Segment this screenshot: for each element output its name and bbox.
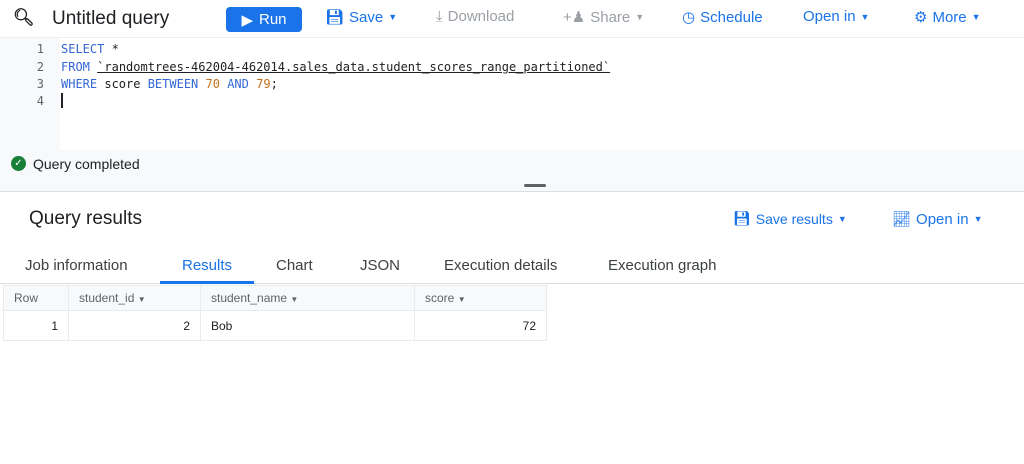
column-label: score — [425, 291, 455, 305]
more-label: More — [932, 8, 967, 26]
results-table: Row student_id ▼ student_name ▼ score ▼ … — [3, 285, 547, 341]
sort-caret-icon[interactable]: ▼ — [290, 295, 298, 304]
header-row: Row student_id ▼ student_name ▼ score ▼ — [3, 285, 547, 311]
save-results-label: Save results — [755, 210, 833, 227]
caret-down-icon: ▼ — [973, 214, 983, 224]
gear-icon: ⚙ — [914, 9, 928, 26]
open-in-label: Open in — [916, 210, 969, 228]
save-results-button[interactable]: 💾︎ Save results ▼ — [733, 210, 847, 227]
clock-icon: ◷ — [682, 9, 696, 26]
column-label: student_name — [211, 291, 288, 305]
column-header-student-id[interactable]: student_id ▼ — [68, 285, 201, 311]
play-icon: ▶ — [241, 11, 253, 29]
schedule-button[interactable]: ◷ Schedule — [682, 8, 763, 27]
tab-execution-details[interactable]: Execution details — [444, 257, 557, 274]
download-icon: ⤓ — [436, 8, 443, 25]
column-header-row[interactable]: Row — [3, 285, 69, 311]
results-tabs: Job information Results Chart JSON Execu… — [0, 246, 1024, 284]
share-button[interactable]: +♟ Share ▼ — [563, 8, 645, 27]
download-button[interactable]: ⤓ Download — [436, 8, 514, 25]
query-title[interactable]: Untitled query — [52, 8, 169, 30]
tab-job-information[interactable]: Job information — [25, 257, 128, 274]
caret-down-icon: ▼ — [971, 12, 981, 22]
column-header-student-name[interactable]: student_name ▼ — [200, 285, 415, 311]
keyword: BETWEEN — [147, 77, 199, 91]
sort-caret-icon[interactable]: ▼ — [458, 295, 466, 304]
number: 70 — [205, 77, 220, 91]
run-label: Run — [259, 11, 287, 28]
text-cursor — [61, 93, 63, 108]
save-label: Save — [349, 8, 384, 26]
caret-down-icon: ▼ — [635, 12, 645, 22]
sql-editor[interactable]: 1 2 3 4 SELECT * FROM `randomtrees-46200… — [0, 38, 1024, 150]
code-text: * — [104, 42, 119, 56]
active-tab-indicator — [160, 281, 254, 284]
keyword: SELECT — [61, 42, 105, 56]
code-line-3: WHERE score BETWEEN 70 AND 79; — [61, 77, 278, 91]
sort-caret-icon[interactable]: ▼ — [138, 295, 146, 304]
code-text: ; — [270, 77, 278, 91]
open-in-label: Open in — [803, 8, 856, 25]
line-number: 4 — [36, 94, 44, 108]
schedule-label: Schedule — [700, 8, 763, 26]
resize-handle[interactable] — [524, 184, 546, 187]
line-number: 2 — [36, 60, 44, 74]
column-label: student_id — [79, 291, 135, 305]
code-line-1: SELECT * — [61, 42, 119, 56]
keyword: AND — [227, 77, 249, 91]
add-person-icon: +♟ — [563, 9, 586, 26]
save-icon: 💾︎ — [325, 9, 345, 26]
line-number: 3 — [36, 77, 44, 91]
code-text: score — [97, 77, 148, 91]
open-in-button[interactable]: Open in ▼ — [803, 8, 869, 25]
check-circle-icon: ✓ — [11, 156, 26, 171]
caret-down-icon: ▼ — [388, 12, 398, 22]
tab-chart[interactable]: Chart — [276, 257, 313, 274]
caret-down-icon: ▼ — [860, 11, 870, 22]
save-icon: 💾︎ — [733, 210, 751, 226]
cell-score: 72 — [414, 310, 547, 341]
run-button[interactable]: ▶ Run — [226, 7, 302, 32]
share-label: Share — [590, 8, 631, 26]
toolbar: 🔍︎ Untitled query ▶ Run 💾︎ Save ▼ ⤓ Download… — [0, 0, 1024, 38]
results-title: Query results — [29, 208, 142, 229]
query-icon: 🔍︎ — [13, 8, 35, 27]
table-row: 1 2 Bob 72 — [3, 310, 547, 341]
download-label: Download — [447, 8, 515, 25]
tab-execution-graph[interactable]: Execution graph — [608, 257, 716, 274]
keyword: FROM — [61, 60, 90, 74]
keyword: WHERE — [61, 77, 98, 91]
table-reference[interactable]: `randomtrees-462004-462014.sales_data.st… — [97, 60, 610, 74]
results-open-in-button[interactable]: 📈︎ Open in ▼ — [892, 210, 983, 229]
status-bar: ✓ Query completed — [0, 150, 1024, 192]
cell-row: 1 — [3, 310, 69, 341]
chart-icon: 📈︎ — [892, 211, 912, 228]
line-number: 1 — [36, 42, 44, 56]
number: 79 — [256, 77, 271, 91]
more-button[interactable]: ⚙ More ▼ — [914, 8, 981, 27]
code-line-2: FROM `randomtrees-462004-462014.sales_da… — [61, 60, 610, 74]
cell-student-id: 2 — [68, 310, 201, 341]
tab-results[interactable]: Results — [182, 257, 232, 274]
cell-student-name: Bob — [200, 310, 415, 341]
caret-down-icon: ▼ — [837, 213, 847, 224]
save-button[interactable]: 💾︎ Save ▼ — [325, 8, 398, 27]
status-text: Query completed — [33, 156, 140, 172]
column-header-score[interactable]: score ▼ — [414, 285, 547, 311]
tab-json[interactable]: JSON — [360, 257, 400, 274]
column-label: Row — [14, 291, 39, 305]
